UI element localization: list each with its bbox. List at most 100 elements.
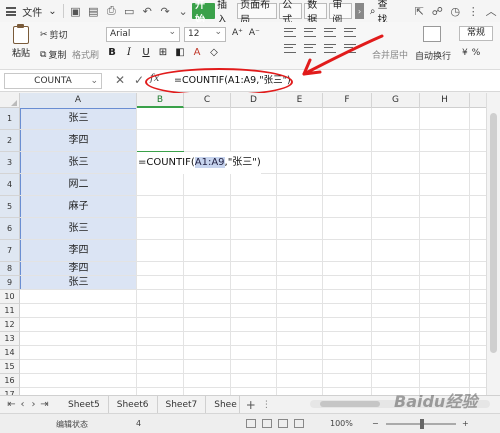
tab-data[interactable]: 数据 [304,0,328,26]
more-tabs-icon[interactable]: › [355,3,364,19]
bold-icon[interactable]: B [106,47,118,58]
percent-icon[interactable]: % [472,48,481,58]
print-icon[interactable]: ⎙ [105,4,117,18]
cell-a1[interactable]: 张三 [20,108,137,130]
row-header-4[interactable]: 4 [0,174,20,196]
redo-icon[interactable]: ↷ [159,4,171,18]
align-middle-icon[interactable] [304,28,316,37]
cut-button[interactable]: ✂ 剪切 [40,28,68,42]
align-top-icon[interactable] [284,28,296,37]
row-header-10[interactable]: 10 [0,290,20,304]
last-sheet-icon[interactable]: ⇥ [39,399,50,410]
spreadsheet-grid[interactable]: ABCDEFGH 123456789101112131415161718张三李四… [0,93,486,395]
italic-icon[interactable]: I [123,47,135,58]
history-icon[interactable]: ◷ [449,4,461,18]
column-header-e[interactable]: E [277,93,323,108]
tab-insert[interactable]: 插入 [215,0,236,26]
confirm-icon[interactable]: ✓ [134,73,144,87]
paste-button[interactable]: 粘贴 [6,24,36,59]
column-header-d[interactable]: D [231,93,277,108]
align-bottom-icon[interactable] [324,28,336,37]
cell-a2[interactable]: 李四 [20,130,137,152]
export-icon[interactable]: ▭ [123,4,135,18]
zoom-slider[interactable] [386,419,456,429]
file-menu-arrow-icon[interactable]: ⌄ [45,0,59,22]
tab-page-layout[interactable]: 页面布局 [237,0,278,26]
name-box-dropdown-icon[interactable]: ⌄ [90,74,98,88]
row-header-8[interactable]: 8 [0,262,20,276]
column-header-c[interactable]: C [184,93,231,108]
cell-a3[interactable]: 张三 [20,152,137,174]
zoom-out-icon[interactable]: − [372,419,379,428]
normal-view-icon[interactable] [246,419,256,428]
row-header-17[interactable]: 17 [0,388,20,395]
column-header-b[interactable]: B [137,93,184,108]
tab-formulas[interactable]: 公式 [279,0,303,26]
align-left-icon[interactable] [344,28,356,37]
vertical-scrollbar[interactable] [486,93,500,395]
add-sheet-button[interactable]: + [246,398,256,412]
fill-color-icon[interactable]: ◧ [174,47,186,58]
copy-button[interactable]: ⧉ 复制 [40,48,66,62]
cell-b3-editor[interactable]: =COUNTIF(A1:A9,"张三") [137,152,261,174]
menu-icon[interactable] [6,6,17,16]
format-painter-button[interactable]: 格式刷 [72,48,99,61]
sheet-tab[interactable]: Sheet6 [109,395,158,414]
align-right-icon[interactable] [304,44,316,53]
row-header-6[interactable]: 6 [0,218,20,240]
next-sheet-icon[interactable]: › [28,399,39,410]
column-header-f[interactable]: F [323,93,372,108]
row-header-5[interactable]: 5 [0,196,20,218]
justify-icon[interactable] [324,44,336,53]
align-center-icon[interactable] [284,44,296,53]
dropdown-icon[interactable]: ⌄ [177,4,189,18]
row-header-14[interactable]: 14 [0,346,20,360]
sheet-tab[interactable]: Sheet7 [158,395,207,414]
zoom-in-icon[interactable]: + [462,419,469,428]
font-shrink-icon[interactable]: A⁻ [249,28,260,38]
save-icon[interactable]: ▣ [69,4,81,18]
currency-icon[interactable]: ¥ [462,48,468,58]
merge-center-button[interactable]: 合并居中 [372,48,408,61]
row-header-9[interactable]: 9 [0,276,20,290]
border-icon[interactable]: ⊞ [157,47,169,58]
row-header-11[interactable]: 11 [0,304,20,318]
reading-view-icon[interactable] [294,419,304,428]
zoom-level[interactable]: 100% [330,419,353,428]
page-layout-view-icon[interactable] [262,419,272,428]
select-all-corner[interactable] [0,93,20,108]
column-header-a[interactable]: A [20,93,137,108]
tab-home[interactable]: 开始 [192,0,216,26]
font-size-select[interactable]: 12 [184,26,226,42]
collaborate-icon[interactable]: ☍ [431,4,443,18]
number-format-select[interactable]: 常规 [459,26,493,41]
share-icon[interactable]: ⇱ [413,4,425,18]
cell-a5[interactable]: 麻子 [20,196,137,218]
cell-a6[interactable]: 张三 [20,218,137,240]
row-header-13[interactable]: 13 [0,332,20,346]
first-sheet-icon[interactable]: ⇤ [6,399,17,410]
font-color-icon[interactable]: A [191,47,203,58]
cell-a7[interactable]: 李四 [20,240,137,262]
font-name-select[interactable]: Arial [106,26,180,42]
row-header-15[interactable]: 15 [0,360,20,374]
sheet-tab[interactable]: Shee [206,395,240,414]
column-header-h[interactable]: H [420,93,470,108]
file-menu[interactable]: 文件 [19,0,45,22]
wrap-text-icon[interactable] [423,26,441,42]
font-grow-icon[interactable]: A⁺ [232,28,243,38]
distribute-icon[interactable] [344,44,356,53]
tab-review[interactable]: 审阅 [329,0,353,26]
undo-icon[interactable]: ↶ [141,4,153,18]
more-options-icon[interactable]: ⋮ [467,4,479,18]
sheet-tab[interactable]: Sheet5 [60,395,109,414]
row-header-3[interactable]: 3 [0,152,20,174]
row-header-16[interactable]: 16 [0,374,20,388]
row-header-1[interactable]: 1 [0,108,20,130]
wrap-text-label[interactable]: 自动换行 [415,49,451,62]
sheet-more-icon[interactable]: ⋮ [262,400,271,410]
page-break-view-icon[interactable] [278,419,288,428]
underline-icon[interactable]: U [140,47,152,58]
column-header-g[interactable]: G [372,93,420,108]
row-header-7[interactable]: 7 [0,240,20,262]
